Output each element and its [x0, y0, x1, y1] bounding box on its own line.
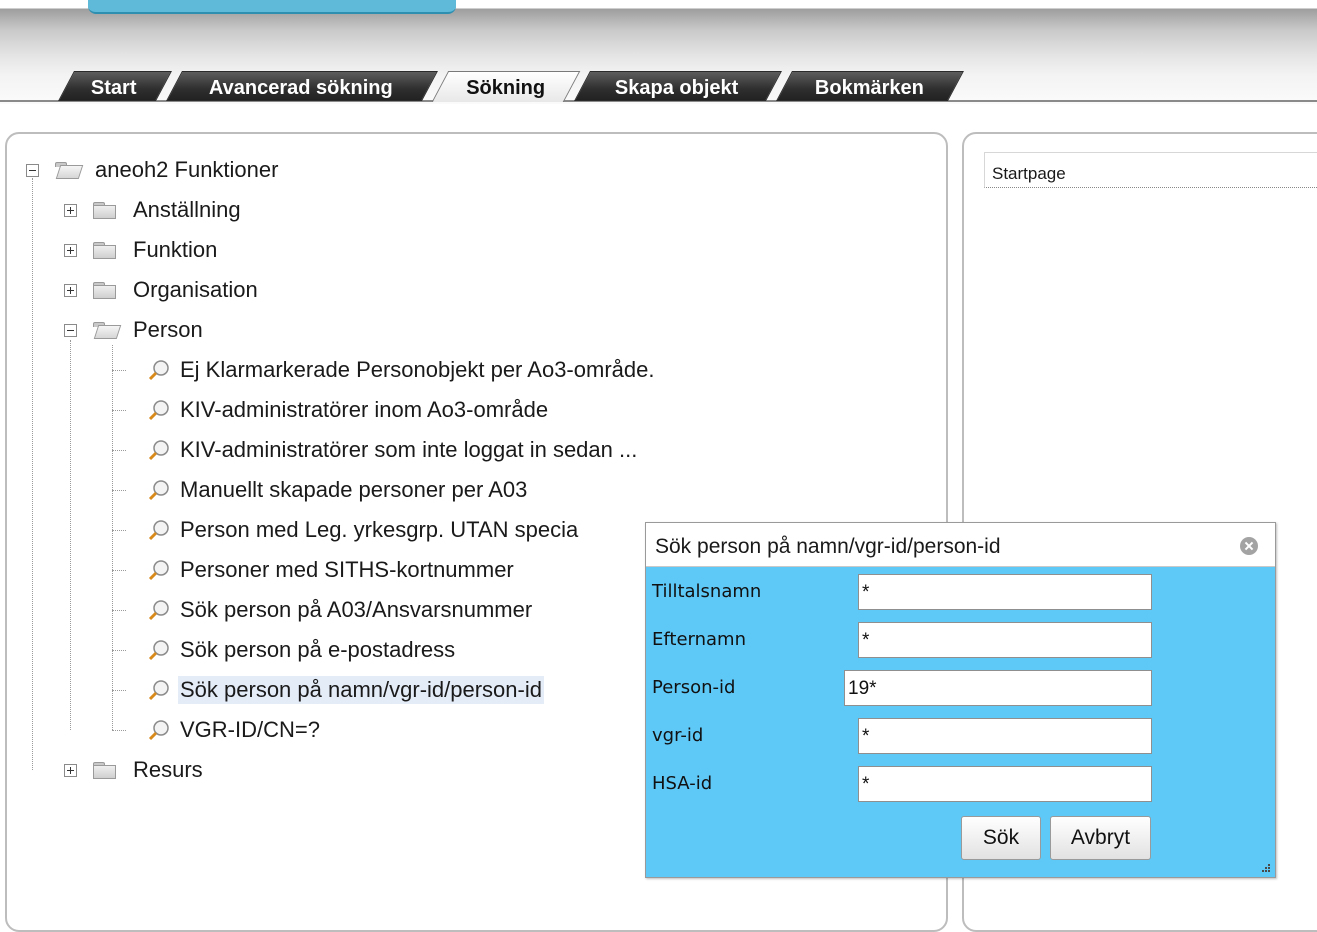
tab-skapa-objekt[interactable]: Skapa objekt — [574, 71, 782, 101]
hsa-id-input[interactable] — [858, 766, 1152, 802]
expand-icon[interactable] — [64, 203, 77, 217]
header-accent-bar — [88, 0, 456, 14]
folder-open-icon — [93, 322, 117, 338]
resize-grip-icon[interactable] — [1259, 861, 1271, 873]
tree-query-item[interactable]: Ej Klarmarkerade Personobjekt per Ao3-om… — [148, 355, 656, 385]
tree-node-label: aneoh2 Funktioner — [95, 157, 279, 182]
tab-bokmarken[interactable]: Bokmärken — [776, 71, 964, 101]
tree-guide-line — [112, 370, 126, 371]
field-label-hsa-id: HSA-id — [652, 773, 713, 794]
tree-guide-line — [112, 730, 126, 731]
dialog-title[interactable]: Sök person på namn/vgr-id/person-id — [646, 523, 1275, 567]
tree-query-item[interactable]: Personer med SITHS-kortnummer — [148, 555, 516, 585]
magnifier-query-icon — [148, 360, 169, 381]
tree-guide-line — [112, 530, 126, 531]
tree-query-label: Personer med SITHS-kortnummer — [180, 557, 514, 582]
tree-node-label: Person — [133, 317, 203, 342]
tree-node-funktion[interactable]: Funktion — [64, 235, 219, 265]
tree-node-organisation[interactable]: Organisation — [64, 275, 260, 305]
search-dialog: Sök person på namn/vgr-id/person-id Till… — [645, 522, 1276, 878]
folder-icon — [93, 202, 117, 219]
tree-guide-line — [112, 650, 126, 651]
expand-icon[interactable] — [64, 283, 77, 297]
tree-guide-line — [112, 345, 113, 730]
tree-node-root[interactable]: aneoh2 Funktioner — [26, 155, 280, 185]
tree-query-label: KIV-administratörer inom Ao3-område — [180, 397, 549, 422]
tree-node-label: Resurs — [133, 757, 203, 782]
tab-avancerad-sokning[interactable]: Avancerad sökning — [166, 71, 438, 101]
tree-query-item[interactable]: KIV-administratörer inom Ao3-område — [148, 395, 550, 425]
collapse-icon[interactable] — [64, 323, 77, 337]
tilltalsnamn-input[interactable] — [858, 574, 1152, 610]
tree-query-label: Sök person på A03/Ansvarsnummer — [180, 597, 533, 622]
tree-query-item[interactable]: Sök person på e-postadress — [148, 635, 457, 665]
magnifier-query-icon — [148, 600, 169, 621]
folder-open-icon — [55, 162, 79, 178]
tree-query-label: Person med Leg. yrkesgrp. UTAN specia — [180, 517, 579, 542]
tree-query-item-selected[interactable]: Sök person på namn/vgr-id/person-id — [148, 675, 544, 705]
tree-guide-line — [112, 690, 126, 691]
tree-guide-line — [70, 340, 71, 730]
sok-button[interactable]: Sök — [961, 816, 1041, 860]
tree-query-item[interactable]: Manuellt skapade personer per A03 — [148, 475, 529, 505]
tree-node-anstallning[interactable]: Anställning — [64, 195, 243, 225]
tree-query-label: Ej Klarmarkerade Personobjekt per Ao3-om… — [180, 357, 655, 382]
folder-icon — [93, 242, 117, 259]
expand-icon[interactable] — [64, 243, 77, 257]
magnifier-query-icon — [148, 520, 169, 541]
magnifier-query-icon — [148, 440, 169, 461]
startpage-header: Startpage — [984, 152, 1317, 188]
tree-guide-line — [112, 490, 126, 491]
person-id-input[interactable] — [844, 670, 1152, 706]
folder-icon — [93, 282, 117, 299]
collapse-icon[interactable] — [26, 163, 39, 177]
vgr-id-input[interactable] — [858, 718, 1152, 754]
tree-query-label: Sök person på e-postadress — [180, 637, 456, 662]
tree-guide-line — [112, 570, 126, 571]
tree-query-item[interactable]: VGR-ID/CN=? — [148, 715, 322, 745]
tree-node-resurs[interactable]: Resurs — [64, 755, 205, 785]
tab-sokning[interactable]: Sökning — [431, 71, 581, 102]
tree-query-label: KIV-administratörer som inte loggat in s… — [180, 437, 638, 462]
tree-guide-line — [112, 610, 126, 611]
tree-query-item[interactable]: Person med Leg. yrkesgrp. UTAN specia — [148, 515, 580, 545]
field-label-vgr-id: vgr-id — [652, 725, 704, 746]
tree-query-label: Manuellt skapade personer per A03 — [180, 477, 528, 502]
magnifier-query-icon — [148, 400, 169, 421]
tree-node-label: Funktion — [133, 237, 218, 262]
close-icon[interactable] — [1240, 537, 1258, 555]
tree-node-label: Anställning — [133, 197, 241, 222]
tree-query-item[interactable]: Sök person på A03/Ansvarsnummer — [148, 595, 534, 625]
field-label-person-id: Person-id — [652, 677, 736, 698]
tree-node-label: Organisation — [133, 277, 258, 302]
tree-query-label: Sök person på namn/vgr-id/person-id — [178, 676, 544, 704]
magnifier-query-icon — [148, 640, 169, 661]
field-label-efternamn: Efternamn — [652, 629, 746, 650]
tree-query-label: VGR-ID/CN=? — [180, 717, 320, 742]
magnifier-query-icon — [148, 480, 169, 501]
avbryt-button[interactable]: Avbryt — [1050, 816, 1151, 860]
tree-guide-line — [112, 410, 126, 411]
tree-query-item[interactable]: KIV-administratörer som inte loggat in s… — [148, 435, 639, 465]
efternamn-input[interactable] — [858, 622, 1152, 658]
magnifier-query-icon — [148, 720, 169, 741]
magnifier-query-icon — [148, 680, 169, 701]
tab-start[interactable]: Start — [58, 71, 172, 101]
tree-guide-line — [112, 450, 126, 451]
expand-icon[interactable] — [64, 763, 77, 777]
tree-guide-line — [32, 178, 33, 770]
magnifier-query-icon — [148, 560, 169, 581]
folder-icon — [93, 762, 117, 779]
field-label-tilltalsnamn: Tilltalsnamn — [652, 581, 762, 602]
tree-node-person[interactable]: Person — [64, 315, 205, 345]
